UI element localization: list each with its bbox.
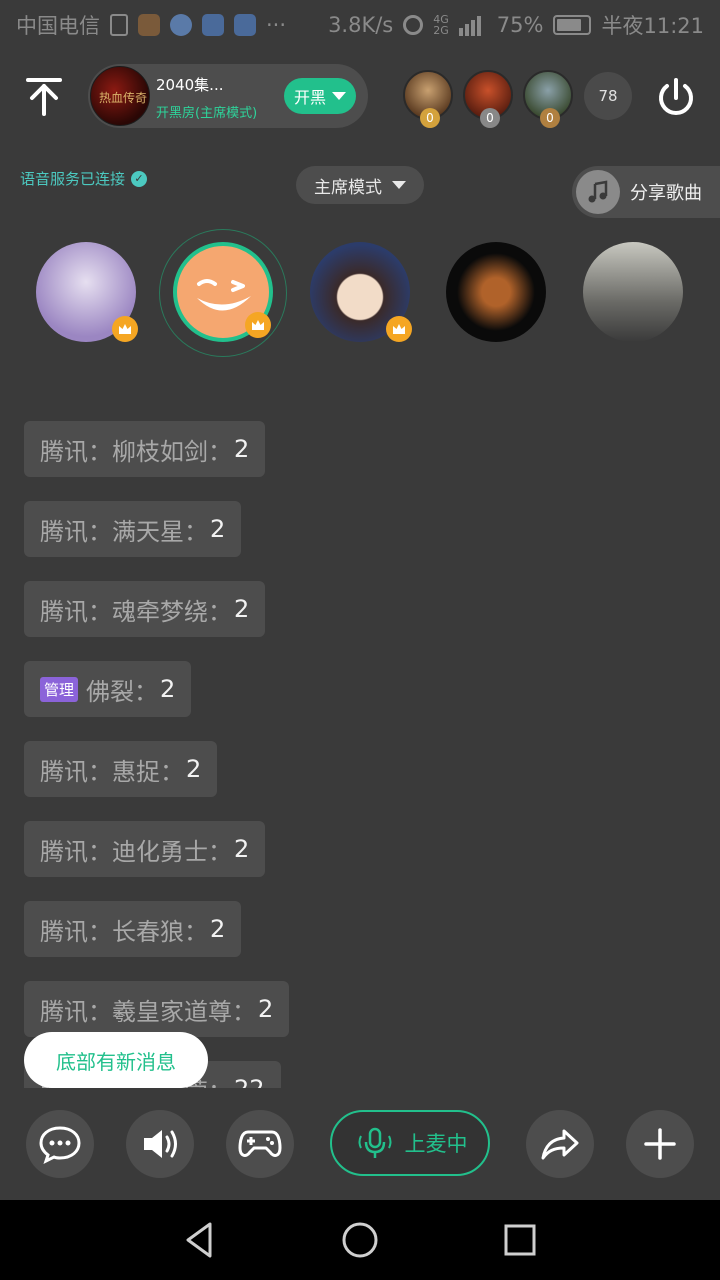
message-sender: 腾讯：羲皇家道尊： <box>40 997 256 1026</box>
message-value: 2 <box>210 915 226 943</box>
new-message-notice[interactable]: 底部有新消息 <box>24 1032 208 1088</box>
message-value: 2 <box>234 435 250 463</box>
message-value: 2 <box>186 755 202 783</box>
bottom-toolbar: 上麦中 <box>0 1100 720 1200</box>
message-sender: 腾讯：满天星： <box>40 517 208 546</box>
message-value: 2 <box>234 595 250 623</box>
chat-message: 腾讯：迪化勇士： 2 <box>24 821 266 877</box>
plus-icon <box>644 1128 676 1160</box>
message-sender: 佛裂： <box>86 677 159 706</box>
chat-message: 腾讯：魂牵梦绕： 2 <box>24 581 266 637</box>
chat-message: 管理 佛裂： 2 <box>24 661 192 717</box>
back-triangle-icon[interactable] <box>178 1218 222 1262</box>
system-nav-bar <box>0 1200 720 1280</box>
gamepad-icon <box>238 1130 282 1157</box>
message-value: 2 <box>210 515 226 543</box>
chat-message: 腾讯：长春狼： 2 <box>24 901 242 957</box>
chat-message: 腾讯：羲皇家道尊： 2 <box>24 981 290 1037</box>
share-arrow-icon <box>541 1129 579 1160</box>
on-mic-label: 上麦中 <box>404 1132 468 1156</box>
speaker-icon <box>144 1130 177 1158</box>
message-sender: 腾讯：魂牵梦绕： <box>40 597 232 626</box>
chat-message: 腾讯：柳枝如剑： 2 <box>24 421 266 477</box>
more-button[interactable] <box>626 1110 694 1178</box>
speaker-button[interactable] <box>126 1110 194 1178</box>
chat-message: 腾讯：满天星： 2 <box>24 501 242 557</box>
recents-square-icon[interactable] <box>498 1218 542 1262</box>
message-sender: 腾讯：惠捉： <box>40 757 184 786</box>
message-sender: 腾讯：柳枝如剑： <box>40 437 232 466</box>
message-value: 2 <box>234 835 250 863</box>
message-sender: 腾讯：长春狼： <box>40 917 208 946</box>
microphone-icon <box>358 1127 391 1158</box>
chat-message: 腾讯：惠捉： 2 <box>24 741 218 797</box>
chat-messages: 腾讯：柳枝如剑： 2 腾讯：满天星： 2 腾讯：魂牵梦绕： 2 管理 佛裂： 2 腾讯：惠… <box>0 0 720 1088</box>
home-circle-icon[interactable] <box>338 1218 382 1262</box>
on-mic-button[interactable]: 上麦中 <box>330 1110 490 1176</box>
app-screen: 中国电信 ··· 3.8K/s 4G 2G 75% 半夜11:21 热血传奇 2… <box>0 0 720 1280</box>
game-button[interactable] <box>226 1110 294 1178</box>
message-sender: 腾讯：迪化勇士： <box>40 837 232 866</box>
admin-badge: 管理 <box>40 676 79 702</box>
chat-bubble-icon <box>39 1126 81 1164</box>
share-button[interactable] <box>526 1110 594 1178</box>
message-value: 22 <box>234 1075 265 1088</box>
chat-button[interactable] <box>26 1110 94 1178</box>
message-value: 2 <box>160 675 176 703</box>
message-value: 2 <box>258 995 274 1023</box>
